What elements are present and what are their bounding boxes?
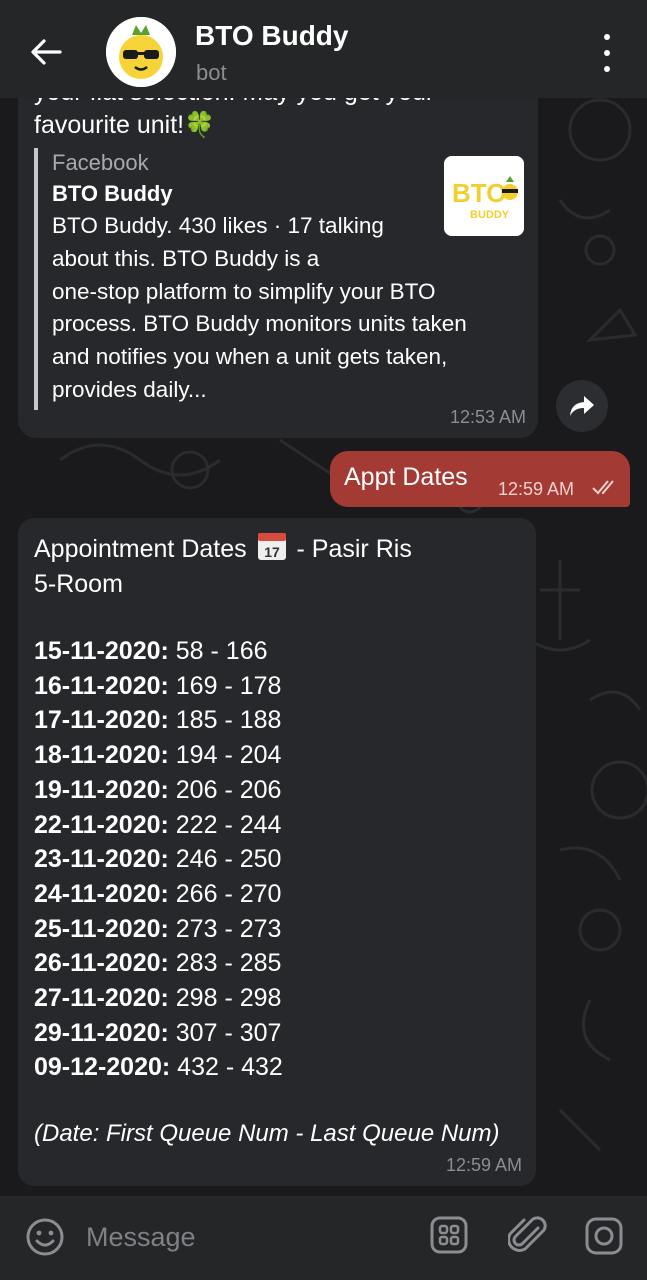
bto-buddy-logo: BTO BUDDY [444, 156, 524, 236]
appointment-date: 17-11-2020: [34, 706, 169, 735]
queue-range: 58 - 166 [175, 637, 268, 665]
sent-message[interactable]: Appt Dates 12:59 AM [330, 451, 630, 507]
queue-range: 432 - 432 [177, 1053, 283, 1082]
appointment-row: 15-11-2020: 58 - 166 [34, 634, 283, 669]
appointment-date: 23-11-2020: [34, 845, 169, 874]
appointment-date: 25-11-2020: [34, 914, 169, 943]
appointment-message[interactable]: Appointment Dates 17 - Pasir Ris 5-Room … [18, 518, 536, 1186]
avatar[interactable] [106, 17, 176, 87]
bot-commands-icon[interactable] [430, 1216, 468, 1254]
appointment-row: 22-11-2020: 222 - 244 [34, 808, 283, 843]
queue-range: 307 - 307 [175, 1018, 282, 1047]
message-text: Appt Dates [344, 463, 468, 491]
chat-header: BTO Buddy bot [0, 0, 647, 98]
svg-text:17: 17 [264, 544, 280, 560]
queue-range: 194 - 204 [175, 741, 282, 770]
appointment-row: 26-11-2020: 283 - 285 [34, 946, 283, 981]
queue-range: 169 - 178 [175, 671, 282, 700]
calendar-icon: 17 [257, 533, 286, 560]
appointment-list: 15-11-2020: 58 - 166 16-11-2020: 169 - 17… [34, 634, 283, 1085]
message-time: 12:59 AM [498, 479, 575, 499]
queue-range: 266 - 270 [175, 879, 282, 908]
pineapple-logo [106, 17, 176, 87]
emoji-icon[interactable] [24, 1216, 66, 1258]
queue-range: 222 - 244 [175, 810, 282, 839]
queue-range: 206 - 206 [175, 775, 282, 804]
appointment-date: 18-11-2020: [34, 741, 169, 770]
queue-range: 298 - 298 [175, 984, 282, 1013]
appointment-row: 18-11-2020: 194 - 204 [34, 738, 283, 773]
message-input-bar [0, 1196, 647, 1280]
preview-thumbnail[interactable]: BTO BUDDY [444, 156, 524, 236]
appointment-date: 09-12-2020: [34, 1053, 171, 1082]
message-time: 12:53 AM [449, 407, 526, 427]
double-check-icon [592, 480, 614, 495]
queue-range: 283 - 285 [175, 949, 282, 978]
appointment-row: 09-12-2020: 432 - 432 [34, 1050, 283, 1085]
appointment-date: 24-11-2020: [34, 879, 169, 908]
link-message[interactable]: your flat selection. May you get your fa… [18, 60, 538, 438]
svg-text:BTO: BTO [452, 178, 506, 208]
preview-description: BTO Buddy. 430 likes · 17 talking about … [52, 213, 467, 402]
appointment-row: 24-11-2020: 266 - 270 [34, 877, 283, 912]
message-text: favourite unit!🍀 [34, 111, 216, 139]
appointment-row: 17-11-2020: 185 - 188 [34, 703, 283, 738]
more-menu-button[interactable] [592, 34, 622, 72]
appointment-date: 22-11-2020: [34, 810, 169, 839]
chat-title[interactable]: BTO Buddy [195, 20, 348, 52]
appointment-row: 19-11-2020: 206 - 206 [34, 773, 283, 808]
appointment-date: 27-11-2020: [34, 984, 169, 1013]
appointment-row: 23-11-2020: 246 - 250 [34, 842, 283, 877]
footnote: (Date: First Queue Num - Last Queue Num) [34, 1120, 500, 1147]
camera-icon[interactable] [584, 1216, 624, 1256]
queue-range: 185 - 188 [175, 706, 282, 735]
appointment-date: 19-11-2020: [34, 775, 169, 804]
appointment-date: 16-11-2020: [34, 671, 169, 700]
queue-range: 246 - 250 [175, 845, 282, 874]
share-button[interactable] [556, 380, 608, 432]
more-vertical-icon [604, 34, 610, 40]
queue-range: 273 - 273 [175, 914, 282, 943]
appointment-heading: Appointment Dates 17 - Pasir Ris 5-Room [34, 530, 412, 601]
svg-text:BUDDY: BUDDY [470, 209, 510, 221]
share-forward-icon [570, 396, 594, 416]
back-button[interactable] [22, 32, 70, 72]
message-time: 12:59 AM [445, 1155, 522, 1175]
message-input[interactable] [86, 1216, 406, 1258]
paperclip-icon[interactable] [508, 1214, 548, 1258]
appointment-row: 16-11-2020: 169 - 178 [34, 669, 283, 704]
arrow-left-icon [31, 39, 62, 65]
appointment-date: 29-11-2020: [34, 1018, 169, 1047]
appointment-date: 15-11-2020: [34, 637, 169, 665]
appointment-row: 27-11-2020: 298 - 298 [34, 981, 283, 1016]
appointment-row: 29-11-2020: 307 - 307 [34, 1016, 283, 1051]
appointment-date: 26-11-2020: [34, 949, 169, 978]
appointment-row: 25-11-2020: 273 - 273 [34, 912, 283, 947]
chat-subtitle: bot [196, 60, 227, 85]
